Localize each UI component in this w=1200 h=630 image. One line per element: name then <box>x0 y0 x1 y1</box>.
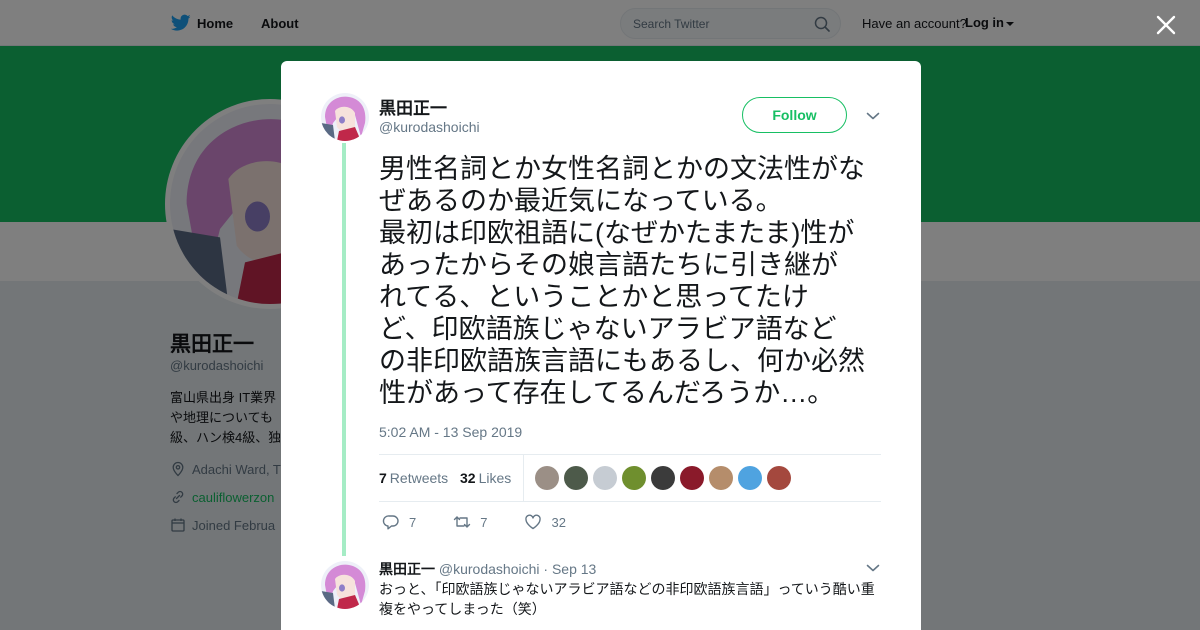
liker-avatar[interactable] <box>651 466 675 490</box>
reply-author-avatar[interactable] <box>321 561 369 609</box>
reply-author-handle[interactable]: @kurodashoichi <box>439 561 540 577</box>
retweets-stat[interactable]: 7 Retweets <box>379 470 448 486</box>
tweet-text: 男性名詞とか女性名詞とかの文法性がな ぜあるのか最近気になっている。 最初は印欧… <box>379 153 881 409</box>
stats-divider <box>523 455 524 501</box>
tweet-text-line: ど、印欧語族じゃないアラビア語など <box>379 314 837 344</box>
likes-stat[interactable]: 32 Likes <box>460 470 511 486</box>
like-action[interactable]: 32 <box>524 514 566 530</box>
heart-icon <box>525 514 542 530</box>
liker-avatar[interactable] <box>738 466 762 490</box>
retweets-label: Retweets <box>389 470 449 486</box>
reply-icon <box>382 515 399 530</box>
tweet-text-line: の非印欧語族言語にもあるし、何か必然 <box>379 346 865 376</box>
reply-author-avatar-image <box>321 561 369 609</box>
liker-avatar[interactable] <box>564 466 588 490</box>
thread-line <box>342 143 346 556</box>
liker-avatar[interactable] <box>767 466 791 490</box>
reply-chevron-down-icon[interactable] <box>866 563 880 573</box>
liker-avatar[interactable] <box>622 466 646 490</box>
tweet-author-avatar-image <box>321 93 369 141</box>
tweet-text-line: ぜあるのか最近気になっている。 <box>379 186 783 216</box>
tweet-author-avatar[interactable] <box>321 93 369 141</box>
tweet-text-line: 男性名詞とか女性名詞とかの文法性がな <box>379 154 865 184</box>
follow-button[interactable]: Follow <box>742 97 847 133</box>
tweet-text-line: れてる、ということかと思ってたけ <box>379 282 809 312</box>
reply-date[interactable]: · Sep 13 <box>543 561 596 577</box>
liker-avatars <box>535 466 796 490</box>
liker-avatar[interactable] <box>709 466 733 490</box>
retweet-icon <box>454 516 471 528</box>
reply-author-name[interactable]: 黒田正一 <box>379 561 435 577</box>
likes-label: Likes <box>478 470 512 486</box>
tweet-timestamp[interactable]: 5:02 AM - 13 Sep 2019 <box>379 424 522 440</box>
tweet-text-line: 最初は印欧祖語に(なぜかたまたま)性が <box>379 218 855 248</box>
retweets-count: 7 <box>379 470 387 486</box>
reply-text: おっと、「印欧語族じゃないアラビア語などの非印欧語族言語」っていう酷い重複をやっ… <box>379 581 875 617</box>
liker-avatar[interactable] <box>535 466 559 490</box>
reply-action[interactable]: 7 <box>382 514 416 530</box>
reply-count: 7 <box>409 514 417 530</box>
tweet-modal: 黒田正一 @kurodashoichi Follow 男性名詞とか女性名詞とかの… <box>281 61 921 630</box>
liker-avatar[interactable] <box>680 466 704 490</box>
retweet-count: 7 <box>480 514 488 530</box>
liker-avatar[interactable] <box>593 466 617 490</box>
like-count: 32 <box>551 514 566 530</box>
tweet-author-handle[interactable]: @kurodashoichi <box>379 119 480 135</box>
tweet-text-line: 性があって存在してるんだろうか…。 <box>379 378 835 408</box>
tweet-stats: 7 Retweets 32 Likes <box>379 454 881 502</box>
likes-count: 32 <box>460 470 476 486</box>
tweet-text-line: あったからその娘言語たちに引き継が <box>379 250 838 280</box>
retweet-action[interactable]: 7 <box>453 514 487 530</box>
close-icon[interactable] <box>1154 13 1178 37</box>
reply-header: 黒田正一 @kurodashoichi · Sep 13 <box>379 559 596 579</box>
chevron-down-icon[interactable] <box>866 111 880 121</box>
tweet-actions: 7 7 32 <box>382 514 603 530</box>
tweet-author-name[interactable]: 黒田正一 <box>379 94 447 119</box>
